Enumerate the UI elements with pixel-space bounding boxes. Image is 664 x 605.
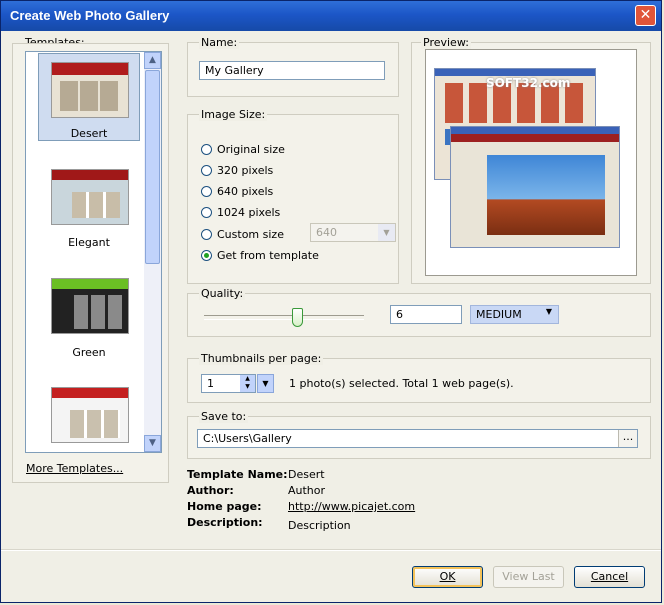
more-templates-link[interactable]: More Templates... xyxy=(26,462,123,475)
quality-slider-track[interactable] xyxy=(204,315,364,320)
title-bar[interactable]: Create Web Photo Gallery ✕ xyxy=(1,1,661,31)
quality-value-input[interactable]: 6 xyxy=(390,305,462,324)
author-key: Author: xyxy=(187,484,234,497)
template-label-green: Green xyxy=(72,346,106,359)
gallery-name-input[interactable]: My Gallery xyxy=(199,61,385,80)
browse-button[interactable]: ... xyxy=(618,430,637,447)
save-to-label: Save to: xyxy=(199,410,249,423)
description-value: Description xyxy=(288,519,351,532)
scroll-thumb[interactable] xyxy=(145,70,160,264)
quality-label: Quality: xyxy=(199,287,246,300)
description-key: Description: xyxy=(187,516,263,529)
window-title: Create Web Photo Gallery xyxy=(10,8,170,23)
radio-320[interactable]: 320 pixels xyxy=(201,162,273,178)
home-page-link[interactable]: http://www.picajet.com xyxy=(288,500,415,513)
scroll-up-icon[interactable]: ▲ xyxy=(144,52,161,69)
chevron-down-icon: ▼ xyxy=(262,379,269,388)
home-page-key: Home page: xyxy=(187,500,262,513)
custom-size-select[interactable]: 640 ▼ xyxy=(310,223,396,242)
quality-level-select[interactable]: MEDIUM ▼ xyxy=(470,305,559,324)
radio-1024[interactable]: 1024 pixels xyxy=(201,204,280,220)
chevron-down-icon: ▼ xyxy=(378,224,395,241)
close-icon: ✕ xyxy=(639,7,652,23)
radio-640[interactable]: 640 pixels xyxy=(201,183,273,199)
thumbnails-per-page-input[interactable]: 1 ▲ ▼ xyxy=(201,374,256,393)
template-label-elegant: Elegant xyxy=(68,236,110,249)
template-label-desert: Desert xyxy=(70,127,108,140)
thumbnails-label: Thumbnails per page: xyxy=(199,352,324,365)
view-last-button[interactable]: View Last xyxy=(493,566,564,588)
radio-original-size[interactable]: Original size xyxy=(201,141,285,157)
thumbnails-status-text: 1 photo(s) selected. Total 1 web page(s)… xyxy=(289,377,514,390)
preview-label: Preview: xyxy=(421,36,471,49)
template-scrollbar[interactable]: ▲ ▼ xyxy=(144,52,161,452)
quality-slider-thumb[interactable] xyxy=(291,308,303,327)
template-thumb-green xyxy=(51,278,129,334)
author-value: Author xyxy=(288,484,326,497)
radio-selected-icon xyxy=(201,249,212,261)
template-thumb-4 xyxy=(51,387,129,443)
radio-get-from-template[interactable]: Get from template xyxy=(201,247,319,263)
radio-icon xyxy=(201,206,212,218)
spinner-up-down-icon[interactable]: ▲ ▼ xyxy=(240,375,255,392)
template-name-value: Desert xyxy=(288,468,325,481)
radio-icon xyxy=(201,185,212,197)
radio-custom-size[interactable]: Custom size xyxy=(201,226,284,242)
image-size-label: Image Size: xyxy=(199,108,268,121)
close-button[interactable]: ✕ xyxy=(635,5,656,26)
dialog-window: Create Web Photo Gallery ✕ Templates: De… xyxy=(0,0,662,603)
scroll-down-icon[interactable]: ▼ xyxy=(144,435,161,452)
radio-icon xyxy=(201,164,212,176)
radio-icon xyxy=(201,228,212,240)
preview-image: SOFT32.com xyxy=(425,49,637,276)
save-path-input[interactable]: C:\Users\Gallery xyxy=(197,429,638,448)
radio-icon xyxy=(201,143,212,155)
preview-watermark: SOFT32.com xyxy=(486,76,571,90)
preview-arch-photo xyxy=(487,155,605,235)
button-area-divider xyxy=(1,549,661,551)
preview-page-front xyxy=(450,126,620,248)
cancel-button[interactable]: Cancel xyxy=(574,566,645,588)
chevron-down-icon: ▼ xyxy=(545,307,552,316)
template-list[interactable]: Desert Elegant Green ▲ ▼ xyxy=(25,51,162,453)
template-name-key: Template Name: xyxy=(187,468,288,481)
thumbnails-dropdown-button[interactable]: ▼ xyxy=(257,374,274,393)
template-thumb-desert xyxy=(51,62,129,118)
ok-button[interactable]: OK xyxy=(412,566,483,588)
name-label: Name: xyxy=(199,36,240,49)
template-thumb-elegant xyxy=(51,169,129,225)
